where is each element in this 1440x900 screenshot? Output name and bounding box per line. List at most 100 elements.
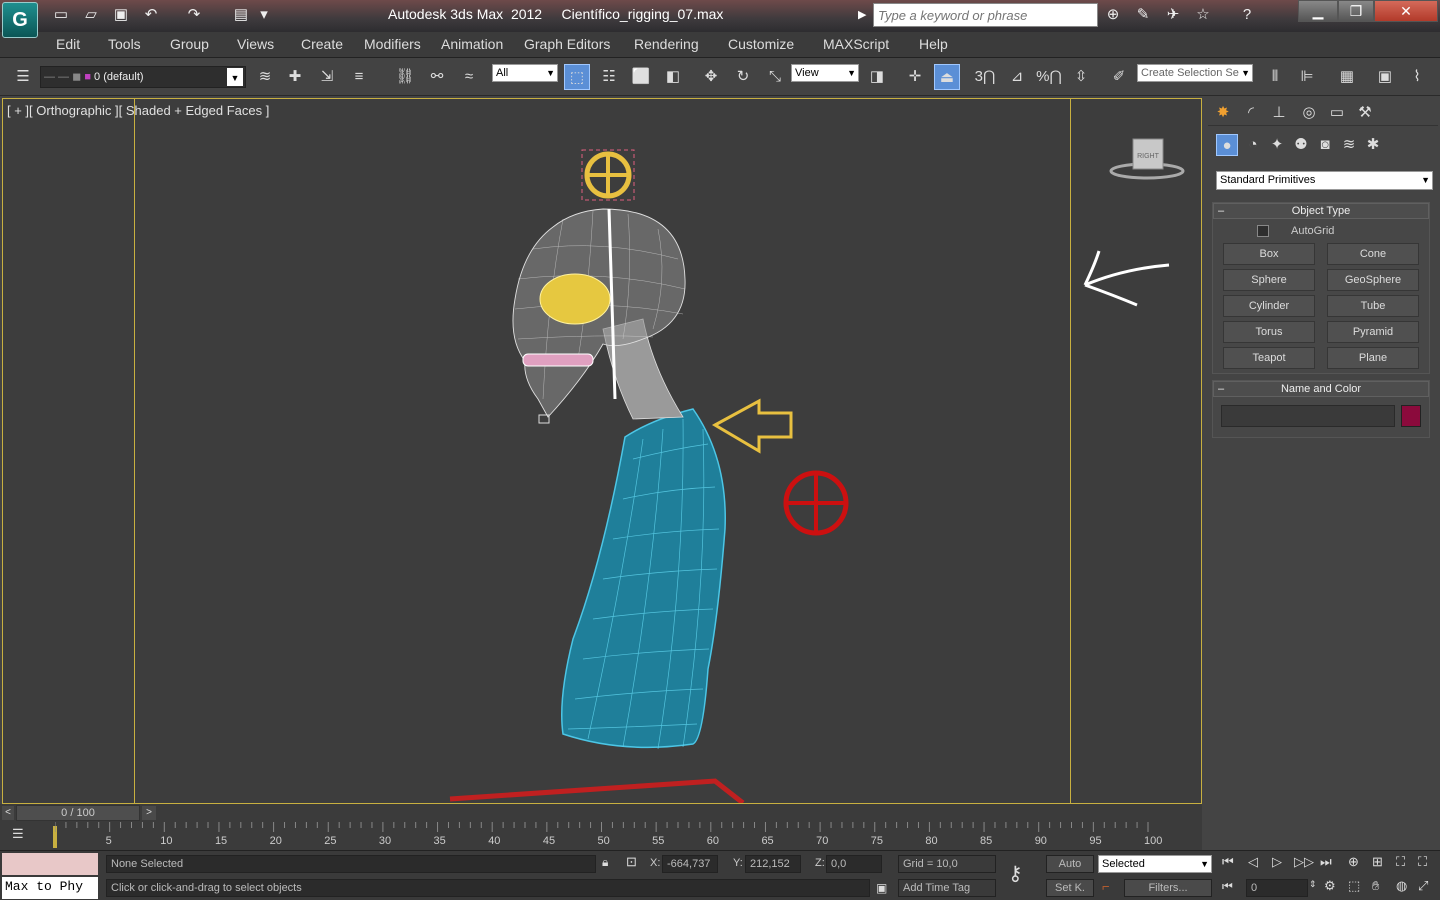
menu-create[interactable]: Create xyxy=(301,36,343,52)
communication-center-icon[interactable]: ✈ xyxy=(1162,4,1184,26)
menu-graph-editors[interactable]: Graph Editors xyxy=(524,36,610,52)
manipulate-icon[interactable]: ✛ xyxy=(902,64,928,90)
menu-animation[interactable]: Animation xyxy=(441,36,503,52)
eye-mesh[interactable] xyxy=(539,273,611,325)
menu-maxscript[interactable]: MAXScript xyxy=(823,36,889,52)
percent-snap-icon[interactable]: %⋂ xyxy=(1036,64,1062,90)
add-to-layer-icon[interactable]: ✚ xyxy=(282,64,308,90)
y-coordinate-field[interactable]: 212,152 xyxy=(745,855,801,873)
select-object-icon[interactable]: ⬚ xyxy=(564,64,590,90)
maxscript-listener-top[interactable] xyxy=(2,853,98,875)
window-crossing-icon[interactable]: ◧ xyxy=(660,64,686,90)
maximize-viewport-icon[interactable]: ⤢ xyxy=(1418,878,1428,894)
lights-icon[interactable]: ✦ xyxy=(1266,134,1288,156)
primitive-category-dropdown[interactable]: Standard Primitives ▼ xyxy=(1216,171,1433,190)
ground-helper-line[interactable] xyxy=(449,778,745,803)
maxscript-listener-input[interactable]: Max to Phy xyxy=(2,877,98,899)
key-icon[interactable]: ⚷ xyxy=(1008,861,1023,886)
tube-button[interactable]: Tube xyxy=(1327,295,1419,317)
pivot-center-icon[interactable]: ◨ xyxy=(864,64,890,90)
menu-rendering[interactable]: Rendering xyxy=(634,36,699,52)
orbit-icon[interactable]: ◍ xyxy=(1396,878,1407,894)
systems-icon[interactable]: ✱ xyxy=(1362,134,1384,156)
quick-access-dropdown-icon[interactable]: ▾ xyxy=(256,4,272,26)
select-by-name-icon[interactable]: ☷ xyxy=(596,64,622,90)
next-key-icon[interactable]: ▷▷ xyxy=(1294,854,1314,870)
scale-icon[interactable]: ⤡ xyxy=(762,64,788,90)
next-frame-icon[interactable]: > xyxy=(142,806,156,820)
move-icon[interactable]: ✥ xyxy=(698,64,724,90)
align-icon[interactable]: ⊫ xyxy=(1294,64,1320,90)
favorites-star-icon[interactable]: ☆ xyxy=(1192,4,1214,26)
mirror-icon[interactable]: ⫴ xyxy=(1262,64,1288,90)
link-icon[interactable]: ⛓ xyxy=(392,64,418,90)
menu-group[interactable]: Group xyxy=(170,36,209,52)
zoom-extents-icon[interactable]: ⛶ xyxy=(1396,854,1405,870)
snaps-toggle-icon[interactable]: 3⋂ xyxy=(972,64,998,90)
curve-editor-icon[interactable]: ⌇ xyxy=(1404,64,1430,90)
rotate-icon[interactable]: ↻ xyxy=(730,64,756,90)
scene-explorer-icon[interactable]: ▦ xyxy=(1334,64,1360,90)
redo-icon[interactable]: ↷ xyxy=(183,4,205,26)
sphere-button[interactable]: Sphere xyxy=(1223,269,1315,291)
rectangular-selection-icon[interactable]: ⬜ xyxy=(628,64,654,90)
keyboard-shortcut-override-icon[interactable]: ⏏ xyxy=(934,64,960,90)
menu-tools[interactable]: Tools xyxy=(108,36,141,52)
shapes-icon[interactable]: ◔ xyxy=(1242,134,1264,156)
plane-button[interactable]: Plane xyxy=(1327,347,1419,369)
scene-canvas[interactable]: RIGHT xyxy=(3,99,1201,803)
torus-button[interactable]: Torus xyxy=(1223,321,1315,343)
cylinder-button[interactable]: Cylinder xyxy=(1223,295,1315,317)
unlink-icon[interactable]: ⚯ xyxy=(424,64,450,90)
zoom-all-icon[interactable]: ⊞ xyxy=(1372,854,1383,870)
select-layer-icon[interactable]: ⇲ xyxy=(314,64,340,90)
edit-named-selection-icon[interactable]: ✐ xyxy=(1106,64,1132,90)
go-to-end-icon[interactable]: ⏭ xyxy=(1320,854,1332,870)
menu-modifiers[interactable]: Modifiers xyxy=(364,36,421,52)
hierarchy-tab-icon[interactable]: ⊥ xyxy=(1266,100,1292,126)
auto-key-button[interactable]: Auto xyxy=(1046,855,1094,873)
cameras-icon[interactable]: ⚉ xyxy=(1290,134,1312,156)
search-input[interactable] xyxy=(873,3,1098,27)
object-name-field[interactable] xyxy=(1221,405,1395,427)
teeth-mesh[interactable] xyxy=(522,353,594,367)
motion-tab-icon[interactable]: ◎ xyxy=(1296,100,1322,126)
time-tag-icon[interactable]: ▣ xyxy=(876,881,887,895)
zoom-extents-all-icon[interactable]: ⛶ xyxy=(1418,854,1427,870)
cone-button[interactable]: Cone xyxy=(1327,243,1419,265)
selection-filter-dropdown[interactable]: All ▼ xyxy=(492,64,558,82)
go-to-start-icon[interactable]: ⏮ xyxy=(1222,854,1234,870)
utilities-tab-icon[interactable]: ⚒ xyxy=(1352,100,1378,126)
selection-lock-icon[interactable]: 🔒︎ xyxy=(602,855,608,870)
geometry-icon[interactable]: ● xyxy=(1216,134,1238,156)
layer-properties-icon[interactable]: ≡ xyxy=(346,64,372,90)
track-bar[interactable]: ☰ 5 10 15 20 25 30 35 40 45 50 55 60 65 70 75 80 85 90 95 1… xyxy=(0,822,1202,850)
teapot-button[interactable]: Teapot xyxy=(1223,347,1315,369)
time-configuration-icon[interactable]: ⚙ xyxy=(1324,878,1336,894)
pyramid-button[interactable]: Pyramid xyxy=(1327,321,1419,343)
set-key-button[interactable]: Set K. xyxy=(1046,879,1094,897)
bind-space-warp-icon[interactable]: ≈ xyxy=(456,64,482,90)
object-color-swatch[interactable] xyxy=(1401,405,1421,427)
play-icon[interactable]: ▷ xyxy=(1272,854,1282,870)
angle-snap-icon[interactable]: ⊿ xyxy=(1004,64,1030,90)
layer-dropdown[interactable]: — — ◼ ■ 0 (default) ▼ xyxy=(40,66,246,88)
minimize-button[interactable]: ▁ xyxy=(1298,0,1338,22)
binoculars-search-icon[interactable]: ⊕ xyxy=(1102,4,1124,26)
add-time-tag-button[interactable]: Add Time Tag xyxy=(898,879,996,897)
field-of-view-icon[interactable]: ⬚ xyxy=(1348,878,1360,894)
open-file-icon[interactable]: ▱ xyxy=(80,4,102,26)
subscription-icon[interactable]: ✎ xyxy=(1132,4,1154,26)
key-filter-dropdown[interactable]: Selected ▼ xyxy=(1098,855,1212,873)
helpers-icon[interactable]: ◙ xyxy=(1314,134,1336,156)
create-tab-icon[interactable]: ✸ xyxy=(1210,100,1236,126)
geosphere-button[interactable]: GeoSphere xyxy=(1327,269,1419,291)
spinner-snap-icon[interactable]: ⇳ xyxy=(1068,64,1094,90)
frame-spinner-icon[interactable]: ⇕ xyxy=(1309,879,1317,890)
zoom-icon[interactable]: ⊕ xyxy=(1348,854,1359,870)
space-warps-icon[interactable]: ≋ xyxy=(1338,134,1360,156)
absolute-mode-icon[interactable]: ⊡ xyxy=(626,854,637,870)
layer-add-icon[interactable]: ≋ xyxy=(252,64,278,90)
infocenter-expand-icon[interactable]: ▶ xyxy=(858,8,866,21)
key-filters-button[interactable]: Filters... xyxy=(1124,879,1212,897)
